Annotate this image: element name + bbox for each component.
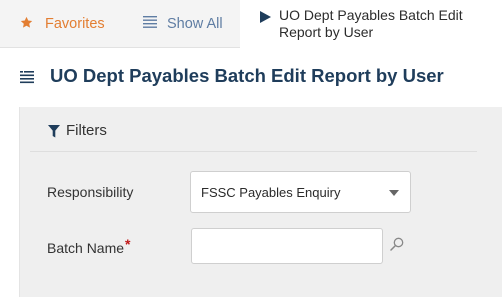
hamburger-icon[interactable] [20,70,34,84]
filters-panel: Filters Responsibility FSSC Payables Enq… [19,107,502,297]
tab-bar: Favorites Show All UO Dept Payables Batc… [0,0,502,48]
page-header: UO Dept Payables Batch Edit Report by Us… [0,49,502,107]
batch-name-input[interactable] [191,228,383,264]
list-icon [143,16,157,32]
tab-show-all[interactable]: Show All [143,0,223,48]
tab-favorites-label: Favorites [45,16,105,32]
tab-show-all-label: Show All [167,16,223,32]
filters-header[interactable]: Filters [30,107,477,152]
tab-current-report-label: UO Dept Payables Batch Edit Report by Us… [279,6,463,40]
tab-current-report[interactable]: UO Dept Payables Batch Edit Report by Us… [240,0,502,48]
chevron-down-icon [389,190,399,196]
tab-favorites[interactable]: Favorites [20,0,105,48]
page-title: UO Dept Payables Batch Edit Report by Us… [50,65,444,86]
filter-icon [48,125,60,138]
required-marker: * [125,236,131,252]
batch-name-label: Batch Name* [47,236,131,256]
batch-name-label-text: Batch Name [47,240,125,256]
responsibility-select[interactable]: FSSC Payables Enquiry [190,171,411,213]
play-icon [260,11,271,27]
star-icon [20,16,33,33]
responsibility-label: Responsibility [47,184,134,200]
search-icon[interactable] [390,237,404,251]
filters-title: Filters [66,122,107,139]
responsibility-value: FSSC Payables Enquiry [201,185,341,200]
